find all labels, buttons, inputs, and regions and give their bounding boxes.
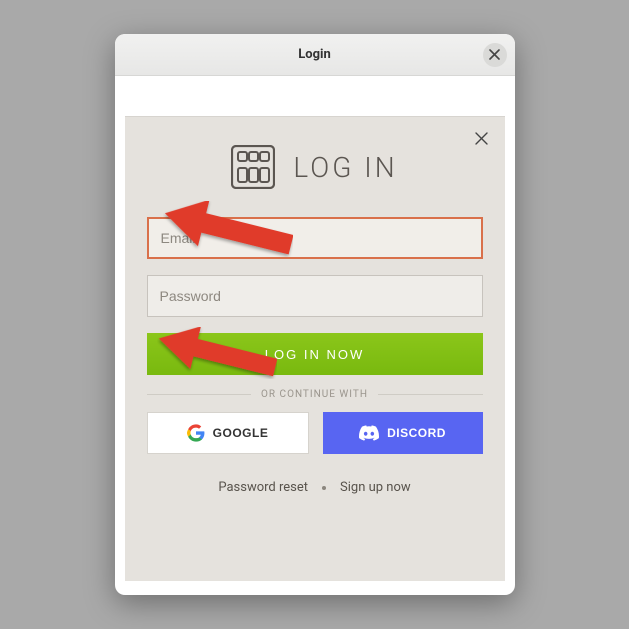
window-titlebar: Login [115,34,515,76]
password-reset-link[interactable]: Password reset [218,480,308,495]
window-close-button[interactable] [483,43,507,67]
close-icon [489,49,500,60]
panel-close-button[interactable] [473,129,491,147]
google-icon [187,424,205,442]
login-panel: LOG IN LOG IN NOW OR CONTINUE WITH GOOGL… [125,116,505,581]
toolbar-spacer [115,76,515,116]
google-label: GOOGLE [213,426,269,440]
brand-row: LOG IN [147,145,483,189]
gog-logo-icon [231,145,275,189]
signup-link[interactable]: Sign up now [340,480,411,495]
window-title: Login [298,47,331,62]
login-window: Login LOG IN LOG IN NOW [115,34,515,595]
email-input[interactable] [147,217,483,259]
separator-dot [322,486,326,490]
close-icon [475,132,488,145]
continue-divider: OR CONTINUE WITH [147,389,483,400]
google-login-button[interactable]: GOOGLE [147,412,309,454]
continue-label: OR CONTINUE WITH [261,389,368,400]
footer-links: Password reset Sign up now [147,480,483,495]
discord-icon [359,425,379,441]
social-row: GOOGLE DISCORD [147,412,483,454]
discord-login-button[interactable]: DISCORD [323,412,483,454]
brand-title: LOG IN [293,151,397,184]
discord-label: DISCORD [387,426,446,440]
password-input[interactable] [147,275,483,317]
login-button[interactable]: LOG IN NOW [147,333,483,375]
